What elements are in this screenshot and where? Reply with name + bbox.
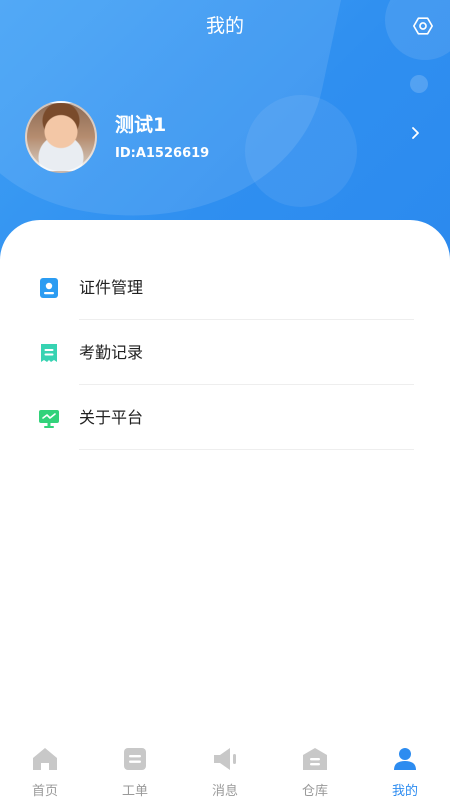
menu-list: 证件管理 考勤记录 关于平台 (0, 255, 450, 450)
platform-monitor-icon (39, 410, 59, 428)
home-icon (33, 748, 57, 770)
id-card-icon (40, 278, 58, 298)
tab-messages[interactable]: 消息 (180, 740, 270, 800)
profile-info: 测试1 ID:A1526619 (115, 113, 209, 161)
settings-button[interactable] (410, 13, 436, 39)
tab-work-order[interactable]: 工单 (90, 740, 180, 800)
tab-label: 首页 (31, 784, 58, 799)
warehouse-icon (303, 748, 327, 770)
attendance-record-icon (41, 344, 57, 362)
tab-label: 工单 (121, 784, 148, 799)
avatar (25, 101, 97, 173)
tab-warehouse[interactable]: 仓库 (270, 740, 360, 800)
profile-chevron-right-icon[interactable] (409, 126, 423, 140)
page-title: 我的 (205, 15, 244, 37)
work-order-icon (124, 748, 146, 770)
menu-item-id-management[interactable]: 证件管理 (0, 255, 450, 320)
tab-label: 消息 (211, 784, 238, 799)
settings-icon (413, 17, 433, 35)
profile-card[interactable]: 测试1 ID:A1526619 (25, 100, 425, 174)
bottom-tab-bar: 首页 工单 消息 仓库 我的 (0, 740, 450, 800)
menu-item-label: 证件管理 (79, 278, 144, 297)
tab-label: 仓库 (301, 784, 328, 799)
user-icon (394, 748, 416, 770)
divider (79, 449, 414, 450)
tab-mine[interactable]: 我的 (360, 740, 450, 800)
tab-label: 我的 (391, 784, 418, 799)
tab-home[interactable]: 首页 (0, 740, 90, 800)
menu-item-about-platform[interactable]: 关于平台 (0, 385, 450, 450)
menu-item-label: 关于平台 (79, 408, 144, 427)
decorative-dot (410, 75, 428, 93)
menu-item-attendance[interactable]: 考勤记录 (0, 320, 450, 385)
message-speaker-icon (214, 748, 236, 770)
user-id: ID:A1526619 (115, 146, 210, 161)
menu-item-label: 考勤记录 (79, 343, 144, 362)
user-name: 测试1 (115, 114, 167, 136)
